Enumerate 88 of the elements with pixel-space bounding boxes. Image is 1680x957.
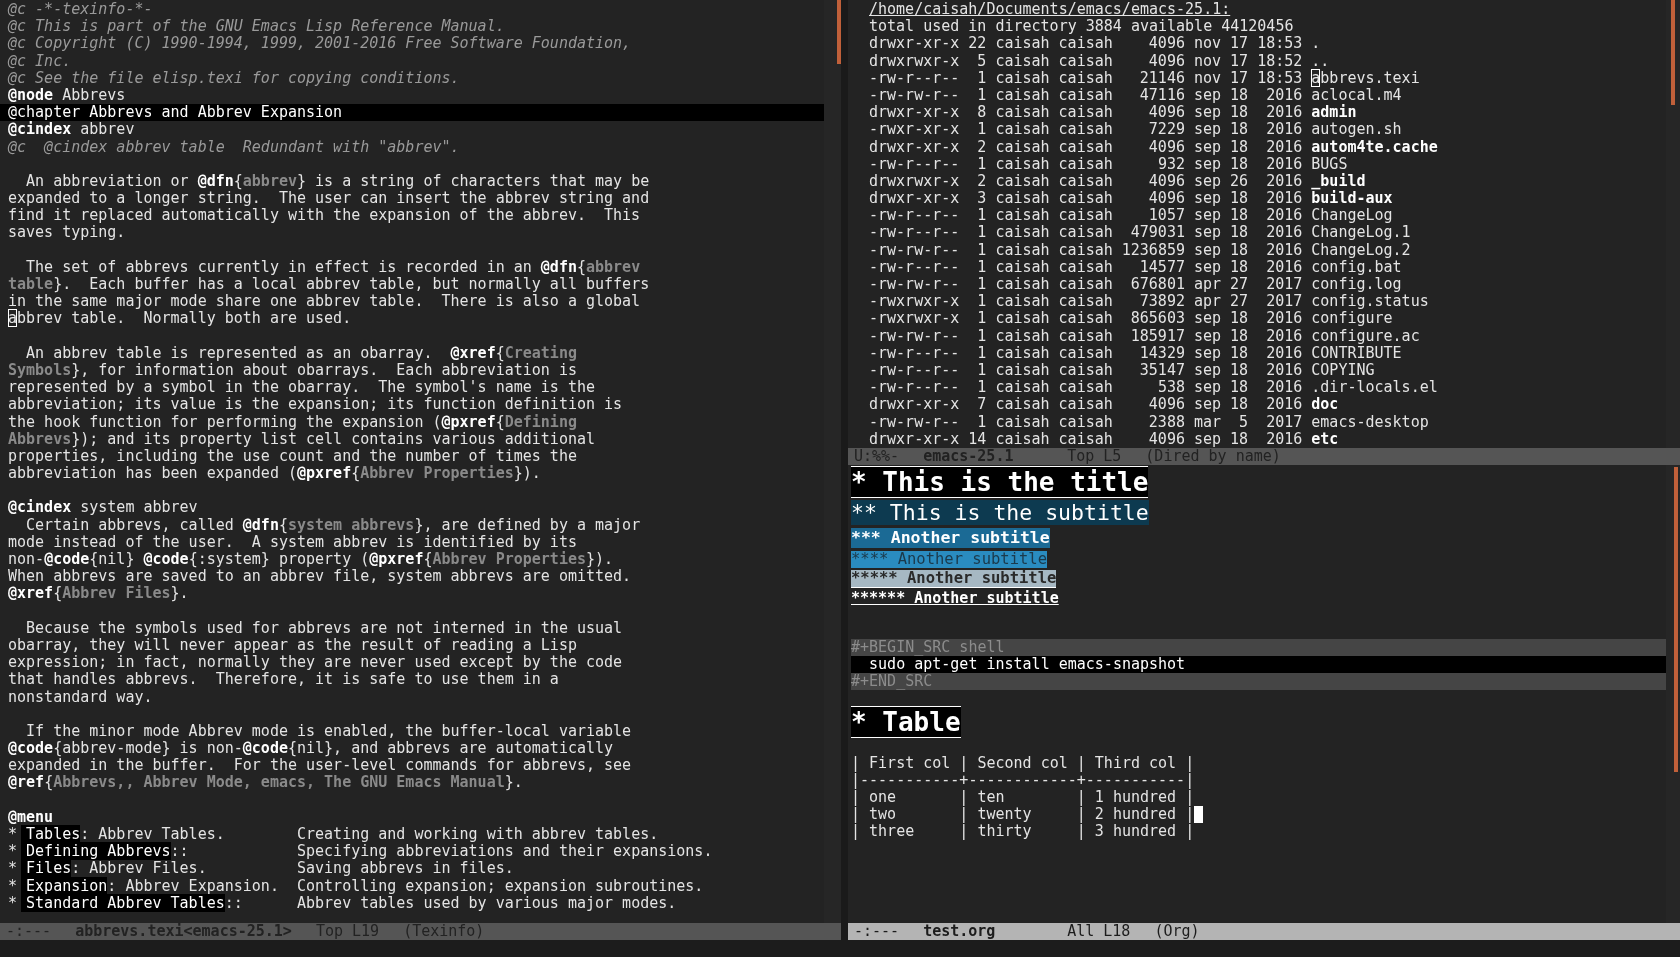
- file-row[interactable]: -rw-r--r-- 1 caisah caisah 35147 sep 18 2016 COPYING: [869, 361, 1375, 380]
- file-row[interactable]: drwxrwxr-x 2 caisah caisah 4096 sep 26 2016 _build: [869, 172, 1366, 191]
- text-line: expanded in the buffer. For the user-level commands for abbrevs, see: [8, 757, 633, 775]
- text-line: Because the symbols used for abbrevs are not interned in the usual: [25, 619, 624, 637]
- file-row[interactable]: -rw-rw-r-- 1 caisah caisah 676801 apr 27 2017 config.log: [869, 276, 1402, 294]
- text-line: abbreviation; its value is the expansion; its function definition is: [8, 396, 624, 414]
- directory-summary: total used in directory 3884 available 44120456: [869, 18, 1294, 36]
- text-line: @c Inc.: [8, 52, 73, 70]
- status-text: -:---: [854, 922, 900, 941]
- text-line: abbreviation has been expanded (@pxref{Abbrev Properties}).: [8, 465, 542, 483]
- file-row[interactable]: -rwxr-xr-x 1 caisah caisah 7229 sep 18 2016 autogen.sh: [869, 121, 1402, 139]
- text-line: @c @cindex abbrev table Redundant with "abbrev".: [8, 138, 461, 156]
- file-row[interactable]: drwxr-xr-x 14 caisah caisah 4096 sep 18 2016 etc: [869, 430, 1339, 448]
- directory-path: /home/caisah/Documents/emacs/emacs-25.1:: [869, 1, 1231, 19]
- text-line: @ref{Abbrevs,, Abbrev Mode, emacs, The GNU Emacs Manual}.: [8, 774, 524, 792]
- file-row[interactable]: drwxr-xr-x 7 caisah caisah 4096 sep 18 2016 doc: [869, 396, 1339, 414]
- file-row[interactable]: -rw-r--r-- 1 caisah caisah 479031 sep 18 2016 ChangeLog.1: [869, 224, 1411, 242]
- org-heading: * Table: [851, 706, 961, 738]
- org-heading: ***** Another subtitle: [851, 570, 1057, 588]
- org-heading: *** Another subtitle: [851, 528, 1050, 548]
- text-line: @c -*-texinfo-*-: [8, 1, 154, 19]
- text-line: @xref{Abbrev Files}.: [8, 585, 190, 603]
- text-line: * Standard Abbrev Tables:: Abbrev tables used by various major modes.: [8, 894, 678, 912]
- text-line: @cindex system abbrev: [8, 499, 199, 517]
- text-line: @c This is part of the GNU Emacs Lisp Reference Manual.: [8, 18, 506, 36]
- position-text: All L18: [1067, 922, 1131, 941]
- table-row: | two | twenty | 2 hundred |: [851, 806, 1195, 823]
- table-row-text: | First col | Second col | Third col |: [851, 755, 1196, 772]
- text-line: abbrev table. Normally both are used.: [8, 310, 353, 328]
- text-line: * Expansion: Abbrev Expansion. Controlling expansion; expansion subroutines.: [8, 877, 705, 895]
- file-row[interactable]: -rw-rw-r-- 1 caisah caisah 47116 sep 18 2016 aclocal.m4: [869, 86, 1402, 105]
- file-row[interactable]: drwxrwxr-x 5 caisah caisah 4096 nov 17 18:52 ..: [869, 52, 1330, 70]
- text-line: Symbols}, for information about obarrays. Each abbreviation is: [8, 361, 578, 380]
- text-line: @node Abbrevs: [8, 86, 127, 105]
- text-line: Abbrevs}); and its property list cell contains various additional: [8, 430, 596, 448]
- text-line: * Tables: Abbrev Tables. Creating and working with abbrev tables.: [8, 826, 660, 844]
- text-line: expression; in fact, normally they are never used except by the code: [8, 654, 624, 672]
- file-row[interactable]: -rwxrwxr-x 1 caisah caisah 73892 apr 27 2017 config.status: [869, 293, 1429, 311]
- text-line: @c See the file elisp.texi for copying conditions.: [8, 69, 461, 87]
- file-row[interactable]: drwxr-xr-x 2 caisah caisah 4096 sep 18 2016 autom4te.cache: [869, 138, 1438, 156]
- text-line: Certain abbrevs, called @dfn{system abbrevs}, are defined by a major: [25, 516, 642, 534]
- text-line: table}. Each buffer has a local abbrev table, but normally all buffers: [8, 276, 651, 294]
- file-row[interactable]: drwxr-xr-x 22 caisah caisah 4096 nov 17 18:53 .: [869, 35, 1321, 53]
- text-line: @cindex abbrev: [8, 121, 136, 139]
- text-line: properties, including the use count and the number of times the: [8, 447, 578, 465]
- file-row[interactable]: -rw-r--r-- 1 caisah caisah 14577 sep 18 2016 config.bat: [869, 258, 1402, 276]
- table-rule: |-----------+------------+-----------|: [851, 772, 1196, 789]
- org-heading: **** Another subtitle: [851, 551, 1047, 568]
- file-row[interactable]: -rw-r--r-- 1 caisah caisah 932 sep 18 2016 BUGS: [869, 155, 1348, 173]
- text-line: * Defining Abbrevs:: Specifying abbreviations and their expansions.: [8, 843, 714, 861]
- mode-name: (Org): [1154, 922, 1200, 941]
- text-line: The set of abbrevs currently in effect is recorded in an @dfn{abbrev: [25, 258, 642, 276]
- text-line: @menu: [8, 808, 55, 826]
- text-line: obarray, they will never appear as the result of reading a Lisp: [8, 636, 578, 655]
- file-row[interactable]: -rw-r--r-- 1 caisah caisah 1057 sep 18 2016 ChangeLog: [869, 207, 1393, 225]
- file-row[interactable]: -rw-r--r-- 1 caisah caisah 14329 sep 18 2016 CONTRIBUTE: [869, 344, 1402, 362]
- text-line: that handles abbrevs. Therefore, it is safe to use them in a: [8, 671, 560, 689]
- org-heading: ****** Another subtitle: [851, 590, 1059, 607]
- text-line: expanded to a longer string. The user can insert the abbrev string and: [8, 190, 651, 208]
- text-line: in the same major mode share one abbrev table. There is also a global: [8, 293, 642, 311]
- file-row[interactable]: -rw-rw-r-- 1 caisah caisah 1236859 sep 18 2016 ChangeLog.2: [869, 241, 1411, 259]
- org-heading: * This is the title: [851, 466, 1149, 498]
- text-line: @c Copyright (C) 1990-1994, 1999, 2001-2016 Free Software Foundation,: [8, 35, 633, 53]
- text-line: When abbrevs are saved to an abbrev file, system abbrevs are omitted.: [8, 568, 633, 586]
- text-line: saves typing.: [8, 224, 127, 242]
- file-row[interactable]: -rw-rw-r-- 1 caisah caisah 185917 sep 18 2016 configure.ac: [869, 327, 1420, 345]
- text-line: find it replaced automatically with the expansion of the abbrev. This: [8, 207, 642, 225]
- file-row[interactable]: drwxr-xr-x 3 caisah caisah 4096 sep 18 2016 build-aux: [869, 190, 1393, 208]
- text-line: An abbrev table is represented as an obarray. @xref{Creating: [25, 344, 578, 362]
- file-row[interactable]: -rw-rw-r-- 1 caisah caisah 2388 mar 5 2017 emacs-desktop: [869, 413, 1429, 431]
- file-row[interactable]: drwxr-xr-x 8 caisah caisah 4096 sep 18 2016 admin: [869, 104, 1357, 122]
- file-row[interactable]: -rw-r--r-- 1 caisah caisah 538 sep 18 2016 .dir-locals.el: [869, 379, 1438, 397]
- text-line: nonstandard way.: [8, 688, 154, 706]
- text-line: * Files: Abbrev Files. Saving abbrevs in files.: [8, 860, 515, 878]
- table-row: | three | thirty | 3 hundred |: [851, 823, 1195, 840]
- status-text: -:---: [6, 922, 52, 941]
- text-line: mode instead of the user. A system abbrev is identified by its: [8, 533, 578, 551]
- file-row[interactable]: -rwxrwxr-x 1 caisah caisah 865603 sep 18 2016 configure: [869, 310, 1393, 328]
- buffer-name: test.org: [923, 922, 997, 941]
- file-row[interactable]: -rw-r--r-- 1 caisah caisah 21146 nov 17 18:53 abbrevs.texi: [869, 69, 1420, 87]
- text-line: @code{abbrev-mode} is non-@code{nil}, and abbrevs are automatically: [8, 740, 615, 758]
- table-row: | one | ten | 1 hundred |: [851, 789, 1195, 806]
- text-line: non-@code{nil} @code{:system} property (@pxref{Abbrev Properties}).: [8, 551, 615, 569]
- text-line: An abbreviation or @dfn{abbrev} is a string of characters that may be: [25, 172, 651, 191]
- text-line: the hook function for performing the expansion (@pxref{Defining: [8, 413, 578, 431]
- text-line: If the minor mode Abbrev mode is enabled, the buffer-local variable: [25, 722, 633, 741]
- text-line: represented by a symbol in the obarray. The symbol's name is the: [8, 379, 596, 397]
- org-heading: ** This is the subtitle: [851, 500, 1149, 525]
